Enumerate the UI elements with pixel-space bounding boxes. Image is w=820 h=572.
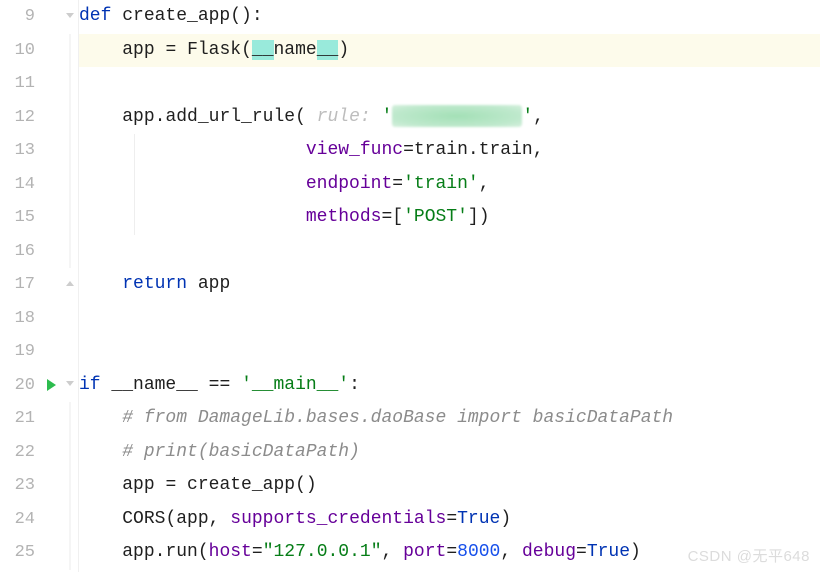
string-literal: '__main__': [241, 375, 349, 395]
fold-close-icon: [62, 268, 78, 302]
kwarg-name: methods: [306, 207, 382, 227]
method-call: add_url_rule: [165, 107, 295, 127]
line-number: 16: [0, 235, 35, 269]
punct: ): [338, 40, 349, 60]
call-expression: CORS: [122, 509, 165, 529]
keyword-def: def: [79, 6, 111, 26]
line-number: 25: [0, 536, 35, 570]
line-number: 23: [0, 469, 35, 503]
identifier: app: [176, 509, 208, 529]
string-literal: 'POST': [403, 207, 468, 227]
code-line[interactable]: # print(basicDataPath): [79, 436, 820, 470]
code-line[interactable]: app = create_app(): [79, 469, 820, 503]
identifier: train: [414, 140, 468, 160]
line-number: 12: [0, 101, 35, 135]
fold-open-icon: [65, 12, 75, 22]
line-number-gutter: 9 10 11 12 13 14 15 16 17 18 19 20 21 22…: [0, 0, 40, 572]
line-number: 17: [0, 268, 35, 302]
keyword-return: return: [122, 274, 187, 294]
fold-gutter[interactable]: [62, 0, 79, 572]
code-line-active[interactable]: app = Flask(__name__): [79, 34, 820, 68]
kwarg-name: endpoint: [306, 174, 392, 194]
redacted-blur: [392, 105, 522, 127]
line-number: 21: [0, 402, 35, 436]
icon-gutter[interactable]: [40, 0, 62, 572]
line-number: 22: [0, 436, 35, 470]
keyword-if: if: [79, 375, 101, 395]
play-icon: [47, 379, 56, 391]
operator: ==: [198, 375, 241, 395]
class-call: Flask: [187, 40, 241, 60]
function-name: create_app: [122, 6, 230, 26]
string-literal: 'train': [403, 174, 479, 194]
code-line[interactable]: CORS(app, supports_credentials=True): [79, 503, 820, 537]
line-number: 13: [0, 134, 35, 168]
line-number: 15: [0, 201, 35, 235]
line-number: 24: [0, 503, 35, 537]
code-line[interactable]: app.add_url_rule( rule: '',: [79, 101, 820, 135]
selection: __: [317, 40, 339, 60]
comment: # print(basicDataPath): [122, 442, 360, 462]
line-number: 19: [0, 335, 35, 369]
keyword-true: True: [587, 542, 630, 562]
comment: # from DamageLib.bases.daoBase import ba…: [122, 408, 673, 428]
selection: __: [252, 40, 274, 60]
code-line[interactable]: def create_app():: [79, 0, 820, 34]
fold-open-icon: [65, 380, 75, 390]
fold-toggle[interactable]: [62, 369, 78, 403]
inlay-hint: rule:: [317, 107, 371, 127]
kwarg-name: port: [403, 542, 446, 562]
kwarg-name: debug: [522, 542, 576, 562]
code-line[interactable]: [79, 335, 820, 369]
code-area[interactable]: def create_app(): app = Flask(__name__) …: [79, 0, 820, 572]
kwarg-name: host: [209, 542, 252, 562]
number-literal: 8000: [457, 542, 500, 562]
code-line[interactable]: methods=['POST']): [79, 201, 820, 235]
line-number: 18: [0, 302, 35, 336]
watermark: CSDN @无平648: [688, 545, 810, 566]
method-call: run: [165, 542, 197, 562]
operator: =: [165, 40, 176, 60]
identifier: app: [122, 475, 165, 495]
identifier: app: [122, 107, 154, 127]
code-line[interactable]: # from DamageLib.bases.daoBase import ba…: [79, 402, 820, 436]
code-line[interactable]: view_func=train.train,: [79, 134, 820, 168]
kwarg-name: supports_credentials: [230, 509, 446, 529]
code-line[interactable]: if __name__ == '__main__':: [79, 369, 820, 403]
code-line[interactable]: [79, 302, 820, 336]
line-number: 9: [0, 0, 35, 34]
line-number: 11: [0, 67, 35, 101]
code-line[interactable]: [79, 67, 820, 101]
line-number: 14: [0, 168, 35, 202]
run-gutter-icon[interactable]: [40, 369, 62, 403]
punct: (: [241, 40, 252, 60]
fold-toggle[interactable]: [62, 0, 78, 34]
code-line[interactable]: endpoint='train',: [79, 168, 820, 202]
string-literal: "127.0.0.1": [263, 542, 382, 562]
punct: ():: [230, 6, 262, 26]
identifier: app: [122, 40, 165, 60]
identifier: app: [122, 542, 154, 562]
identifier: app: [198, 274, 230, 294]
identifier: train: [479, 140, 533, 160]
code-editor[interactable]: 9 10 11 12 13 14 15 16 17 18 19 20 21 22…: [0, 0, 820, 572]
line-number: 20: [0, 369, 35, 403]
kwarg-name: view_func: [306, 140, 403, 160]
code-line[interactable]: [79, 235, 820, 269]
code-line[interactable]: return app: [79, 268, 820, 302]
dunder: __name__: [111, 375, 197, 395]
call-expression: create_app(): [176, 475, 316, 495]
line-number: 10: [0, 34, 35, 68]
keyword-true: True: [457, 509, 500, 529]
